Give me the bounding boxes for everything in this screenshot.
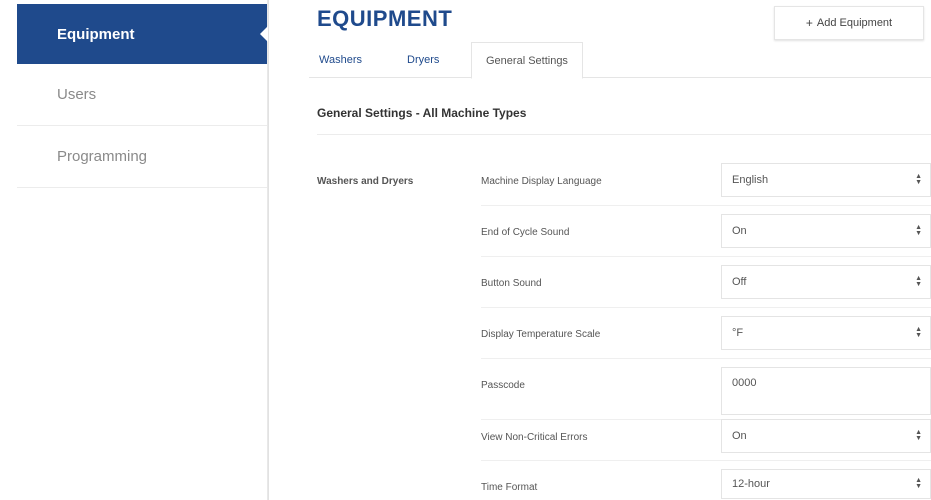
tab-washers[interactable]: Washers <box>319 42 362 78</box>
row-divider <box>481 205 931 206</box>
passcode-input[interactable]: 0000 <box>721 367 931 415</box>
add-equipment-button[interactable]: + Add Equipment <box>774 6 924 40</box>
select-arrows-icon: ▲ ▼ <box>915 477 922 490</box>
group-label: Washers and Dryers <box>317 176 414 187</box>
setting-label-temperature-scale: Display Temperature Scale <box>481 329 601 340</box>
sidebar-item-users[interactable]: Users <box>17 64 267 126</box>
time-format-select[interactable]: 12-hour ▲ ▼ <box>721 469 931 499</box>
sidebar: Equipment Users Programming <box>0 0 268 500</box>
select-arrows-icon: ▲ ▼ <box>915 326 922 339</box>
row-divider <box>481 460 931 461</box>
select-value: On <box>732 430 747 442</box>
sidebar-item-equipment[interactable]: Equipment <box>17 4 267 64</box>
section-title: General Settings - All Machine Types <box>317 106 527 120</box>
select-arrows-icon: ▲ ▼ <box>915 429 922 442</box>
main-content: EQUIPMENT + Add Equipment Washers Dryers… <box>269 0 931 500</box>
setting-label-end-of-cycle-sound: End of Cycle Sound <box>481 227 570 238</box>
plus-icon: + <box>805 16 813 30</box>
tab-bar: Washers Dryers General Settings <box>309 42 931 79</box>
tab-label: General Settings <box>486 54 568 67</box>
end-of-cycle-sound-select[interactable]: On ▲ ▼ <box>721 214 931 248</box>
button-sound-select[interactable]: Off ▲ ▼ <box>721 265 931 299</box>
setting-label-non-critical-errors: View Non-Critical Errors <box>481 432 588 443</box>
add-equipment-label: Add Equipment <box>816 17 893 29</box>
select-value: On <box>732 225 747 237</box>
setting-label-passcode: Passcode <box>481 380 525 391</box>
tab-general-settings[interactable]: General Settings <box>471 42 583 79</box>
setting-label-button-sound: Button Sound <box>481 278 542 289</box>
setting-label-display-language: Machine Display Language <box>481 176 602 187</box>
select-value: 12-hour <box>732 478 770 490</box>
select-arrows-icon: ▲ ▼ <box>915 275 922 288</box>
row-divider <box>481 358 931 359</box>
temperature-scale-select[interactable]: °F ▲ ▼ <box>721 316 931 350</box>
input-value: 0000 <box>732 377 757 389</box>
row-divider <box>481 307 931 308</box>
page-title: EQUIPMENT <box>317 6 453 31</box>
select-arrows-icon: ▲ ▼ <box>915 173 922 186</box>
section-divider <box>317 134 931 135</box>
select-value: Off <box>732 276 747 288</box>
select-value: °F <box>732 327 744 339</box>
non-critical-errors-select[interactable]: On ▲ ▼ <box>721 419 931 453</box>
display-language-select[interactable]: English ▲ ▼ <box>721 163 931 197</box>
sidebar-item-programming[interactable]: Programming <box>17 126 267 188</box>
row-divider <box>481 256 931 257</box>
tab-dryers[interactable]: Dryers <box>407 42 439 78</box>
tab-label: Washers <box>319 54 362 66</box>
sidebar-item-label: Programming <box>57 148 148 165</box>
sidebar-item-label: Equipment <box>57 25 135 43</box>
tab-label: Dryers <box>407 54 440 66</box>
select-arrows-icon: ▲ ▼ <box>915 224 922 237</box>
setting-label-time-format: Time Format <box>481 482 538 493</box>
sidebar-item-label: Users <box>57 86 97 103</box>
select-value: English <box>732 174 769 186</box>
